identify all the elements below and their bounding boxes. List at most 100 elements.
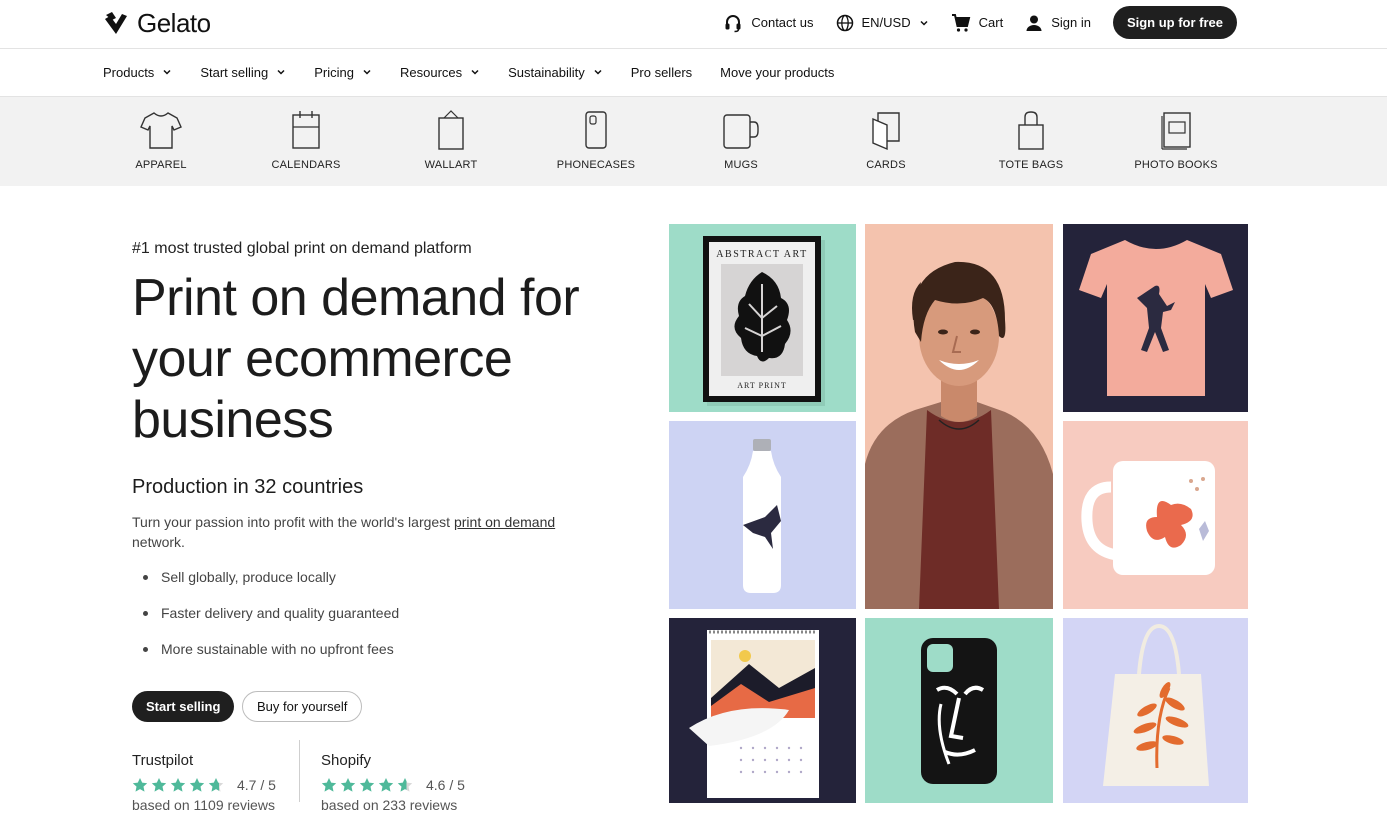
chevron-down-icon <box>363 69 371 75</box>
logo-text: Gelato <box>137 7 211 38</box>
cart-label: Cart <box>978 15 1004 30</box>
cart-icon <box>951 13 970 32</box>
category-mugs[interactable]: MUGS <box>681 109 801 171</box>
chevron-down-icon <box>471 69 479 75</box>
chevron-down-icon <box>163 69 171 75</box>
rating-stars: 4.6 / 5 <box>321 777 465 793</box>
art-print-title: ABSTRACT ART <box>716 249 807 260</box>
category-photo-books[interactable]: PHOTO BOOKS <box>1116 109 1236 171</box>
cards-icon <box>872 112 900 151</box>
category-label: PHOTO BOOKS <box>1134 159 1218 171</box>
nav-item-pricing[interactable]: Pricing <box>314 65 372 80</box>
desc-text-after: network. <box>132 534 185 550</box>
category-label: WALLART <box>424 159 478 171</box>
desc-text-before: Turn your passion into profit with the w… <box>132 514 454 530</box>
tote-bag-image <box>1103 623 1209 786</box>
mug-tile <box>1063 421 1248 609</box>
category-label: PHONECASES <box>556 159 636 171</box>
nav-item-resources[interactable]: Resources <box>400 65 480 80</box>
floral-mug-image <box>1081 461 1215 575</box>
calendar-tile <box>669 618 856 803</box>
headset-icon <box>725 14 741 32</box>
category-apparel[interactable]: APPAREL <box>101 109 221 171</box>
water-bottle-image <box>743 439 781 593</box>
category-cards[interactable]: CARDS <box>826 109 946 171</box>
main-nav: Products Start selling Pricing Resources Sus… <box>0 49 1387 97</box>
tshirt-icon <box>140 112 182 149</box>
nav-item-sustainability[interactable]: Sustainability <box>508 65 603 80</box>
nav-item-label: Pro sellers <box>630 64 693 80</box>
sign-in-label: Sign in <box>1051 15 1091 30</box>
star-icon <box>397 778 413 792</box>
art-print-caption: ART PRINT <box>737 381 787 390</box>
hero-subhead: Production in 32 countries <box>132 476 364 498</box>
rating-stars: 4.7 / 5 <box>132 777 276 793</box>
phonecase-icon <box>585 111 607 149</box>
gelato-logo[interactable]: Gelato <box>103 8 211 38</box>
star-icon <box>170 778 186 792</box>
category-phonecases[interactable]: PHONECASES <box>536 109 656 171</box>
nav-item-label: Move your products <box>720 64 835 80</box>
nav-item-start-selling[interactable]: Start selling <box>200 65 286 80</box>
chevron-down-icon <box>277 69 285 75</box>
tshirt-tile <box>1063 224 1248 412</box>
category-tote-bags[interactable]: TOTE BAGS <box>971 109 1091 171</box>
feature-item: More sustainable with no upfront fees <box>143 639 399 675</box>
hero-eyebrow: #1 most trusted global print on demand p… <box>132 240 472 257</box>
category-label: CALENDARS <box>271 159 341 171</box>
feature-list: Sell globally, produce locally Faster de… <box>143 567 399 675</box>
nav-item-label: Products <box>103 64 155 80</box>
sign-up-button[interactable]: Sign up for free <box>1112 6 1237 39</box>
wall-art-tile: ABSTRACT ART ART PRINT <box>669 224 856 412</box>
feature-item: Faster delivery and quality guaranteed <box>143 603 399 639</box>
photobook-icon <box>1161 112 1191 150</box>
contact-us-link[interactable]: Contact us <box>723 13 814 33</box>
nav-item-label: Sustainability <box>508 64 585 80</box>
buy-for-yourself-button[interactable]: Buy for yourself <box>242 691 363 722</box>
model-photo-tile <box>865 224 1053 609</box>
shopify-rating: Shopify 4.6 / 5 based on 233 reviews <box>321 752 465 813</box>
category-label: MUGS <box>724 159 758 171</box>
star-icon <box>151 778 167 792</box>
star-icon <box>208 778 224 792</box>
calendar-icon <box>292 111 320 149</box>
hero-description: Turn your passion into profit with the w… <box>132 512 592 552</box>
print-on-demand-link[interactable]: print on demand <box>454 514 555 530</box>
globe-icon <box>836 14 853 31</box>
rating-source: Shopify <box>321 752 372 769</box>
top-actions: Contact us EN/USD Cart Sign in Sign up f… <box>701 6 1237 39</box>
mug-icon <box>723 114 759 149</box>
smiling-man-photo <box>865 224 1053 609</box>
star-icon <box>132 778 148 792</box>
chevron-down-icon <box>594 69 602 75</box>
nav-item-pro-sellers[interactable]: Pro sellers <box>631 65 692 80</box>
trustpilot-rating: Trustpilot 4.7 / 5 based on 1109 reviews <box>132 752 276 813</box>
contact-us-label: Contact us <box>751 15 814 30</box>
nav-item-products[interactable]: Products <box>103 65 172 80</box>
gelato-logo-icon <box>105 12 127 34</box>
star-icon <box>378 778 394 792</box>
sign-in-link[interactable]: Sign in <box>1025 14 1091 32</box>
feature-item: Sell globally, produce locally <box>143 567 399 603</box>
hero-headline: Print on demand for your ecommerce busin… <box>132 269 580 449</box>
category-label: CARDS <box>866 159 906 171</box>
category-label: TOTE BAGS <box>998 159 1064 171</box>
wall-calendar-image <box>689 630 819 798</box>
star-icons <box>132 777 224 793</box>
pink-tshirt-image <box>1079 240 1233 396</box>
category-strip: APPAREL CALENDARS WALLART PHONECASES MUG… <box>0 97 1387 186</box>
rating-count: based on 1109 reviews <box>132 797 275 813</box>
locale-label: EN/USD <box>861 15 911 30</box>
start-selling-button[interactable]: Start selling <box>132 691 235 722</box>
locale-selector[interactable]: EN/USD <box>836 14 929 32</box>
totebag-icon <box>1018 111 1044 150</box>
rating-source: Trustpilot <box>132 752 194 769</box>
phone-case-image <box>921 638 997 784</box>
cart-link[interactable]: Cart <box>951 13 1004 33</box>
nav-item-move-your-products[interactable]: Move your products <box>720 65 834 80</box>
user-icon <box>1026 15 1042 31</box>
chevron-down-icon <box>920 20 928 26</box>
category-calendars[interactable]: CALENDARS <box>246 109 366 171</box>
star-icon <box>189 778 205 792</box>
category-wallart[interactable]: WALLART <box>391 109 511 171</box>
